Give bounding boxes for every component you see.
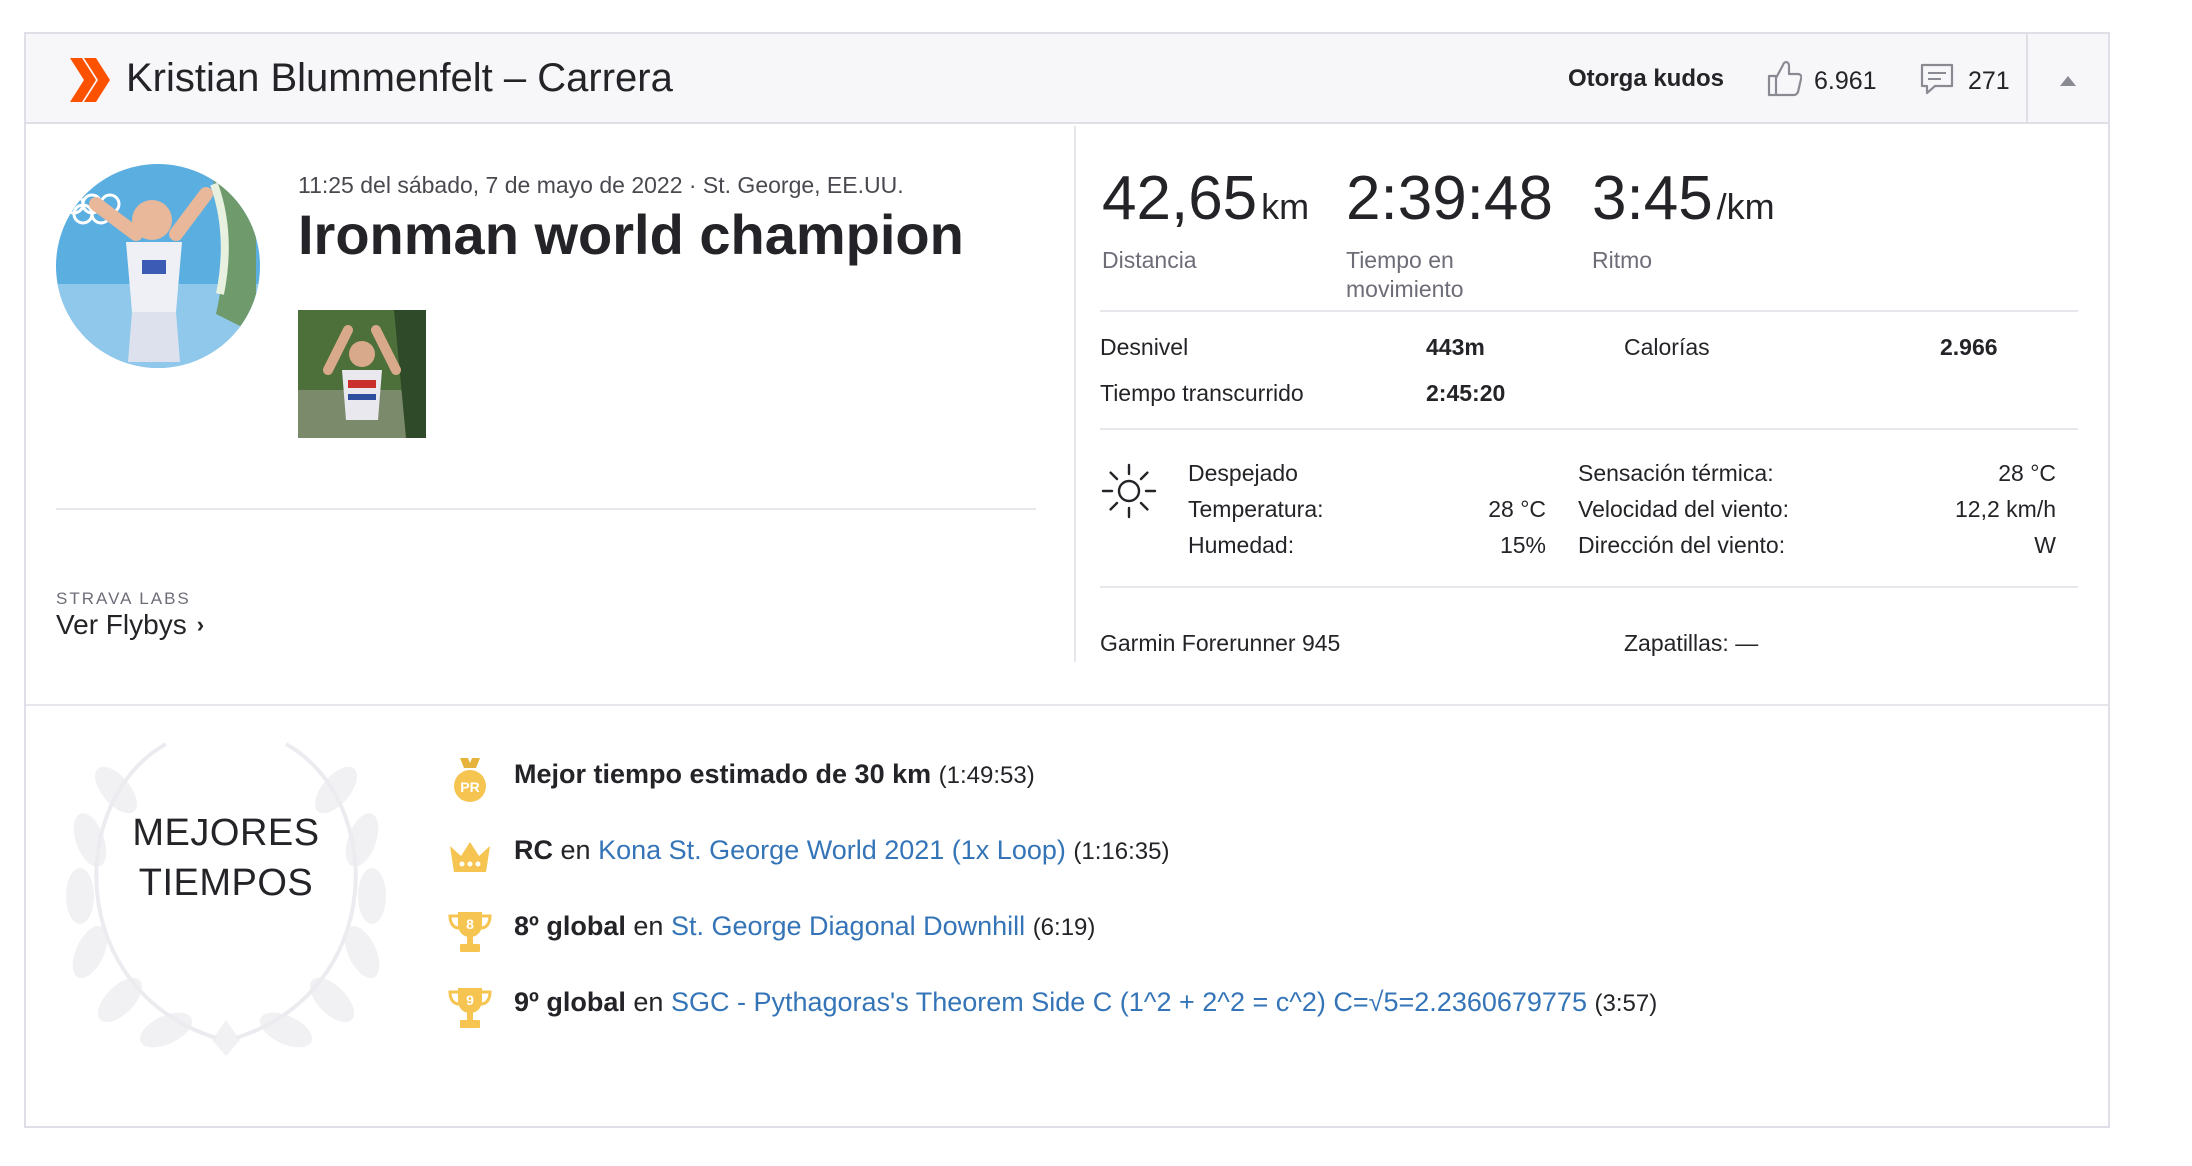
distance-value: 42,65 [1102,164,1258,233]
feels-like-value: 28 °C [1998,460,2056,486]
best-efforts-title-line-2: TIEMPOS [138,862,314,904]
sun-icon [1101,463,1157,519]
best-effort-item: RC en Kona St. George World 2021 (1x Loo… [514,832,1169,870]
effort-time: (1:49:53) [938,762,1035,789]
pace-label: Ritmo [1592,247,1653,273]
wind-direction-label: Dirección del viento: [1578,532,1786,558]
calories-value: 2.966 [1940,334,1998,360]
activity-name: Ironman world champion [298,203,964,266]
effort-time: (3:57) [1594,990,1658,1017]
give-kudos-button[interactable]: Otorga kudos [1568,64,1724,94]
trophy-badge: 8 [466,916,474,932]
effort-time: (6:19) [1032,914,1096,941]
weather-condition: Despejado [1188,460,1298,486]
divider [1100,310,2078,312]
segment-link[interactable]: Kona St. George World 2021 (1x Loop) [598,835,1066,865]
temperature-value: 28 °C [1488,496,1546,522]
effort-title: 9º global [514,987,626,1017]
divider [1100,428,2078,430]
trophy-8-icon: 8 [448,912,492,952]
activity-meta: 11:25 del sábado, 7 de mayo de 2022 · St… [298,172,904,198]
humidity-label: Humedad: [1188,532,1295,558]
segment-link[interactable]: St. George Diagonal Downhill [671,911,1025,941]
kudos-count[interactable]: 6.961 [1814,66,1877,96]
trophy-9-icon: 9 [448,988,492,1028]
activity-photo[interactable] [298,310,426,438]
distance-label: Distancia [1102,247,1197,273]
best-efforts-title: MEJORES TIEMPOS [86,808,366,908]
effort-connector: en [560,835,591,865]
temperature-label: Temperatura: [1188,496,1324,522]
athlete-avatar[interactable] [56,164,260,368]
wind-speed-label: Velocidad del viento: [1578,496,1789,522]
divider [1100,586,2078,588]
crown-icon [450,842,490,872]
elapsed-time-value: 2:45:20 [1426,380,1506,406]
shoes-info: Zapatillas: — [1624,630,1759,656]
elevation-value: 443m [1426,334,1485,360]
moving-time-value: 2:39:48 [1346,164,1553,233]
moving-time-label-1: Tiempo en [1346,247,1454,273]
chevron-right-icon[interactable]: › [197,606,204,644]
activity-header: Kristian Blummenfelt – Carrera Otorga ku… [26,34,2108,124]
humidity-value: 15% [1499,532,1546,558]
column-divider [1074,126,1076,662]
chevron-up-icon[interactable] [2058,74,2078,88]
wind-direction-value: W [2034,532,2056,558]
pace-value: 3:45 [1592,164,1713,233]
effort-connector: en [633,911,664,941]
comment-icon[interactable] [1920,62,1954,96]
effort-title: RC [514,835,553,865]
svg-text:PR: PR [460,779,479,795]
calories-label: Calorías [1624,334,1710,360]
view-flybys-label[interactable]: Ver Flybys [56,609,187,640]
distance-unit: km [1261,186,1310,227]
activity-title: Kristian Blummenfelt – Carrera [126,56,673,100]
distance-stat: 42,65 km [1102,164,1309,242]
view-flybys-link[interactable]: Ver Flybys › [56,606,204,644]
segment-link[interactable]: SGC - Pythagoras's Theorem Side C (1^2 +… [671,987,1587,1017]
avatar-image [56,164,260,368]
wind-speed-value: 12,2 km/h [1955,496,2056,522]
moving-time-label-2: movimiento [1346,276,1464,302]
effort-title: Mejor tiempo estimado de 30 km [514,759,932,789]
device-name: Garmin Forerunner 945 [1100,630,1341,656]
elevation-label: Desnivel [1100,334,1189,360]
elapsed-time-label: Tiempo transcurrido [1100,380,1304,406]
pace-stat: 3:45/km [1592,164,1775,242]
strava-logo-icon[interactable] [70,58,112,102]
trophy-badge: 9 [466,992,474,1008]
header-divider [2026,34,2028,122]
pr-medal-icon: PR [454,758,486,802]
effort-connector: en [633,987,664,1017]
best-efforts-title-line-1: MEJORES [132,812,320,854]
best-effort-item: Mejor tiempo estimado de 30 km (1:49:53) [514,756,1035,794]
section-divider [26,704,2108,706]
best-effort-item: 8º global en St. George Diagonal Downhil… [514,908,1095,946]
feels-like-label: Sensación térmica: [1578,460,1774,486]
comment-count[interactable]: 271 [1968,66,2010,96]
activity-card: Kristian Blummenfelt – Carrera Otorga ku… [24,32,2110,1128]
photo-image [298,310,426,438]
best-effort-item: 9º global en SGC - Pythagoras's Theorem … [514,984,1657,1022]
divider [56,508,1036,510]
pace-unit: /km [1716,186,1775,227]
thumb-up-icon[interactable] [1766,58,1802,98]
effort-time: (1:16:35) [1073,838,1170,865]
effort-title: 8º global [514,911,626,941]
